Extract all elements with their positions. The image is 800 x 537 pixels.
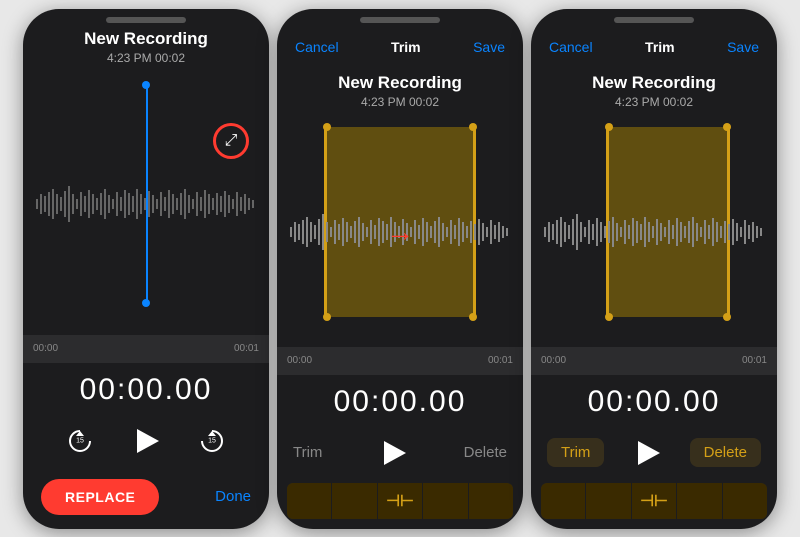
timeline-start-3: 00:00	[541, 355, 566, 366]
panel-1: New Recording 4:23 PM 00:02 ⤢	[23, 9, 269, 529]
recording-title-2: New Recording	[338, 73, 462, 93]
top-bar-2: Cancel Trim Save	[277, 23, 523, 67]
panel-2: Cancel Trim Save New Recording 4:23 PM 0…	[277, 9, 523, 529]
done-button[interactable]: Done	[215, 488, 251, 505]
play-button-2[interactable]	[371, 431, 415, 475]
cancel-button-2[interactable]: Cancel	[295, 39, 339, 55]
film-cell-3-1	[541, 483, 586, 519]
filmstrip-2: ⊣⊢	[287, 483, 513, 519]
delete-action-3[interactable]: Delete	[690, 438, 761, 467]
timeline-3: 00:00 00:01	[531, 347, 777, 375]
trim-action-3[interactable]: Trim	[547, 438, 604, 467]
waveform-1: ⤢	[27, 73, 265, 335]
timeline-end-3: 00:01	[742, 355, 767, 366]
header-center-2: Trim	[391, 39, 421, 55]
timeline-start-1: 00:00	[33, 343, 58, 354]
film-cell-2	[332, 483, 377, 519]
selection-line	[146, 83, 148, 305]
edit-icon-circle[interactable]: ⤢	[213, 123, 249, 159]
timeline-labels-2: 00:00 00:01	[287, 355, 513, 366]
trim-controls-2: Trim Delete	[277, 425, 523, 483]
selection-dot-top	[142, 81, 150, 89]
timer-1: 00:00.00	[23, 363, 269, 413]
play-button-3[interactable]	[625, 431, 669, 475]
panel-3: Cancel Trim Save New Recording 4:23 PM 0…	[531, 9, 777, 529]
cancel-button-3[interactable]: Cancel	[549, 39, 593, 55]
filmstrip-trim-icon-3: ⊣⊢	[640, 491, 668, 511]
save-button-2[interactable]: Save	[473, 39, 505, 55]
header-2: New Recording 4:23 PM 00:02	[277, 67, 523, 117]
timer-text-3: 00:00.00	[588, 385, 721, 418]
timeline-labels-3: 00:00 00:01	[541, 355, 767, 366]
waveform-2: →	[281, 117, 519, 347]
filmstrip-trim-icon-2: ⊣⊢	[386, 491, 414, 511]
waveform-3	[535, 117, 773, 347]
skip-back-button-1[interactable]: 15	[66, 427, 94, 455]
recording-meta-3: 4:23 PM 00:02	[615, 95, 693, 109]
red-arrow-2: →	[386, 216, 414, 248]
top-bar-3: Cancel Trim Save	[531, 23, 777, 67]
waveform-svg-3	[544, 192, 764, 272]
film-cell-4	[423, 483, 468, 519]
play-icon-3	[638, 441, 660, 465]
film-cell-3-4	[677, 483, 722, 519]
film-cell-3-2	[586, 483, 631, 519]
timer-2: 00:00.00	[277, 375, 523, 425]
timeline-start-2: 00:00	[287, 355, 312, 366]
timer-text-2: 00:00.00	[334, 385, 467, 418]
header-3: New Recording 4:23 PM 00:02	[531, 67, 777, 117]
timeline-end-2: 00:01	[488, 355, 513, 366]
skip-forward-label-1: 15	[208, 437, 216, 444]
replace-button[interactable]: REPLACE	[41, 479, 159, 515]
timer-3: 00:00.00	[531, 375, 777, 425]
play-icon-1	[137, 429, 159, 453]
delete-action-2[interactable]: Delete	[464, 444, 507, 461]
film-cell-1	[287, 483, 332, 519]
recording-meta-2: 4:23 PM 00:02	[361, 95, 439, 109]
recording-meta-1: 4:23 PM 00:02	[107, 51, 185, 65]
film-cell-5	[469, 483, 513, 519]
timeline-end-1: 00:01	[234, 343, 259, 354]
film-cell-3-5	[723, 483, 767, 519]
recording-title-1: New Recording	[84, 29, 208, 49]
timer-text-1: 00:00.00	[80, 373, 213, 406]
skip-back-label-1: 15	[76, 437, 84, 444]
play-icon-2	[384, 441, 406, 465]
header-1: New Recording 4:23 PM 00:02	[23, 23, 269, 73]
selection-dot-bottom	[142, 299, 150, 307]
timeline-labels-1: 00:00 00:01	[33, 343, 259, 354]
trim-action-2[interactable]: Trim	[293, 444, 322, 461]
play-button-1[interactable]	[124, 419, 168, 463]
skip-forward-button-1[interactable]: 15	[198, 427, 226, 455]
timeline-2: 00:00 00:01	[277, 347, 523, 375]
header-center-3: Trim	[645, 39, 675, 55]
waveform-bg-3	[535, 117, 773, 347]
controls-1: 15 15	[23, 413, 269, 471]
crop-icon: ⤢	[225, 132, 238, 150]
bottom-panel-1: REPLACE Done	[23, 471, 269, 529]
save-button-3[interactable]: Save	[727, 39, 759, 55]
filmstrip-3: ⊣⊢	[541, 483, 767, 519]
recording-title-3: New Recording	[592, 73, 716, 93]
trim-controls-3: Trim Delete	[531, 425, 777, 483]
timeline-1: 00:00 00:01	[23, 335, 269, 363]
